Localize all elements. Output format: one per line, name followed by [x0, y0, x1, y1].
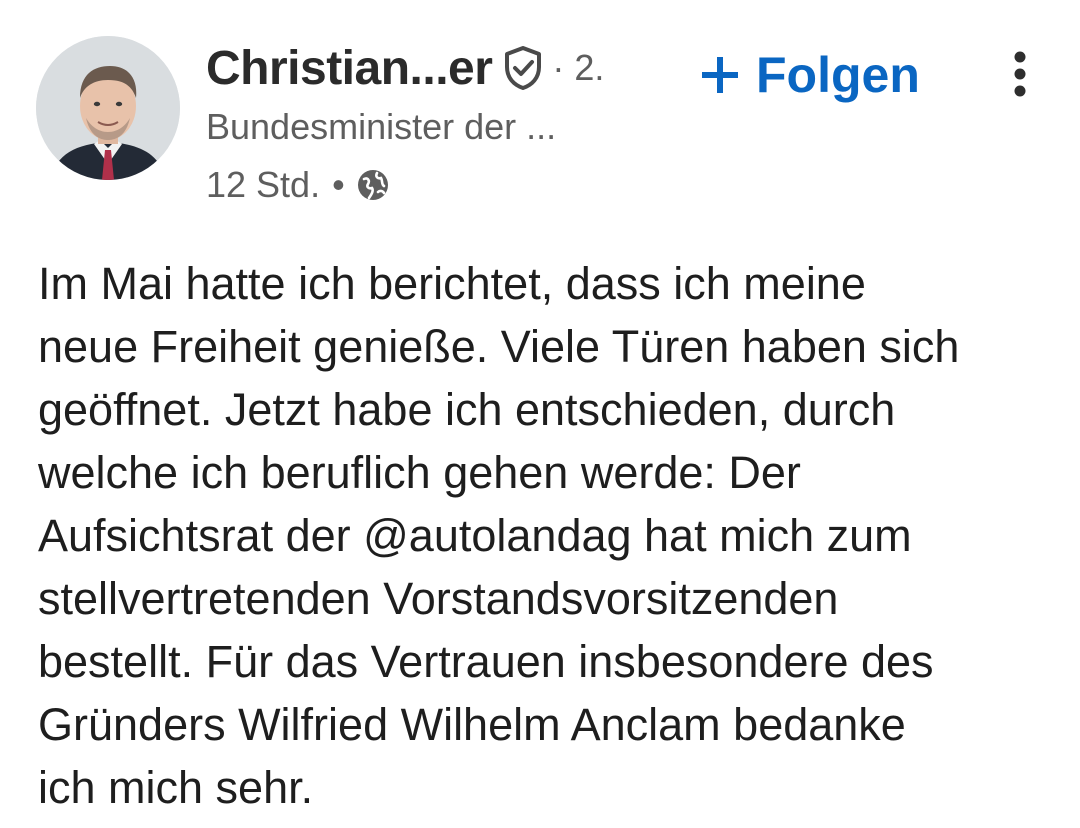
- author-row: Christian...er · 2.: [206, 38, 604, 98]
- profile-photo: [36, 36, 180, 180]
- more-options-button[interactable]: [1000, 44, 1040, 104]
- verified-shield-check-icon: [502, 45, 544, 91]
- meta-separator: •: [332, 164, 345, 205]
- post-body-text: Im Mai hatte ich berichtet, dass ich mei…: [38, 258, 960, 813]
- author-avatar[interactable]: [36, 36, 180, 180]
- follow-button[interactable]: Folgen: [700, 42, 920, 108]
- connection-degree: · 2.: [552, 47, 605, 88]
- feed-post: Christian...er · 2. Bundesminister der .…: [0, 0, 1080, 828]
- author-name[interactable]: Christian...er: [206, 41, 493, 96]
- plus-icon: [700, 55, 740, 95]
- follow-label: Folgen: [756, 47, 920, 103]
- author-headline: Bundesminister der ...: [206, 106, 557, 147]
- post-meta: 12 Std. •: [206, 162, 391, 208]
- globe-icon: [355, 167, 391, 203]
- three-dots-vertical-icon: [1014, 51, 1026, 97]
- post-timestamp: 12 Std.: [206, 164, 321, 205]
